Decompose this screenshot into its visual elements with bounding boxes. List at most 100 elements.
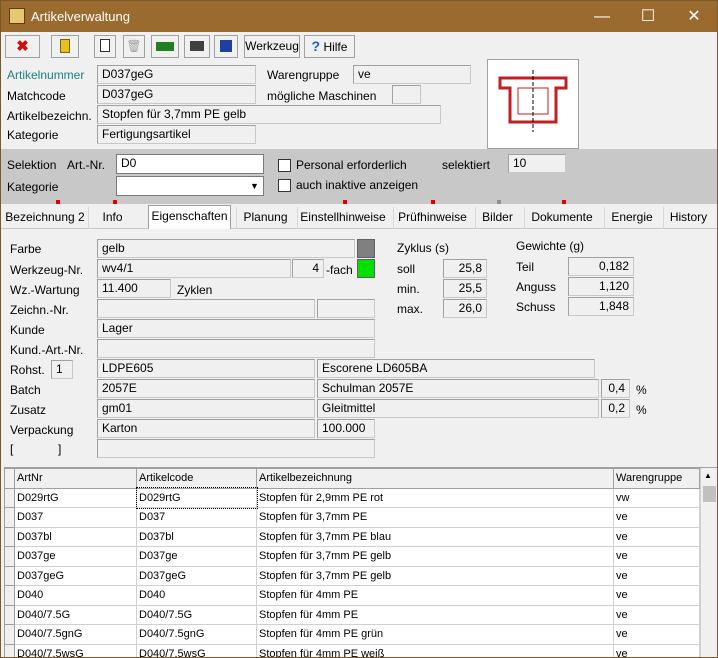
column-header-artikelbezeichnung[interactable]: Artikelbezeichnung bbox=[256, 468, 614, 489]
artikelnummer-field[interactable]: D037geG bbox=[97, 65, 256, 84]
print-icon[interactable] bbox=[184, 35, 210, 58]
row-indicator[interactable] bbox=[4, 604, 15, 625]
table-row[interactable]: D040/7.5wsG D040/7.5wsG Stopfen für 4mm PE… bbox=[4, 643, 700, 657]
batch-field[interactable]: 2057E bbox=[97, 379, 315, 398]
table-row[interactable]: D037bl D037bl Stopfen für 3,7mm PE blau ve bbox=[4, 526, 700, 547]
tab-pruefhinweise[interactable]: Prüfhinweise bbox=[393, 207, 471, 229]
cell-artikelcode[interactable]: D037bl bbox=[136, 526, 257, 547]
cell-artikelcode[interactable]: D040/7.5gnG bbox=[136, 624, 257, 645]
cell-artikelcode[interactable]: D040/7.5G bbox=[136, 604, 257, 625]
wartung-field[interactable]: 11.400 bbox=[97, 279, 171, 298]
cell-warengruppe[interactable]: ve bbox=[613, 565, 700, 586]
save-icon[interactable] bbox=[214, 35, 238, 58]
cell-artikelcode[interactable]: D029rtG bbox=[135, 487, 258, 509]
cell-artikelbezeichnung[interactable]: Stopfen für 3,7mm PE gelb bbox=[256, 565, 614, 586]
cell-warengruppe[interactable]: ve bbox=[613, 526, 700, 547]
table-row[interactable]: D040/7.5gnG D040/7.5gnG Stopfen für 4mm PE… bbox=[4, 624, 700, 645]
tab-info[interactable]: Info bbox=[88, 207, 136, 229]
fach-field[interactable]: 4 bbox=[292, 259, 324, 278]
table-row[interactable]: D040/7.5G D040/7.5G Stopfen für 4mm PE ve bbox=[4, 604, 700, 625]
zusatz-percent-field[interactable]: 0,2 bbox=[601, 399, 630, 418]
werkzeug-field[interactable]: wv4/1 bbox=[97, 259, 291, 278]
zusatz2-field[interactable]: Gleitmittel bbox=[317, 399, 599, 418]
column-header-artnr[interactable]: ArtNr bbox=[14, 468, 137, 489]
table-row[interactable]: D037geG D037geG Stopfen für 3,7mm PE gelb v… bbox=[4, 565, 700, 586]
row-indicator[interactable] bbox=[4, 487, 15, 508]
bezeichnung-field[interactable]: Stopfen für 3,7mm PE gelb bbox=[97, 105, 441, 124]
tab-einstellhinweise[interactable]: Einstellhinweise bbox=[297, 207, 388, 229]
rohst2-field[interactable]: Escorene LD605BA bbox=[317, 359, 595, 378]
cell-warengruppe[interactable]: ve bbox=[613, 624, 700, 645]
vertical-scrollbar[interactable]: ▲ bbox=[700, 468, 717, 657]
cell-artnr[interactable]: D040 bbox=[14, 585, 137, 606]
row-indicator[interactable] bbox=[4, 507, 15, 528]
scroll-up-icon[interactable]: ▲ bbox=[704, 471, 712, 480]
cell-artnr[interactable]: D029rtG bbox=[14, 487, 137, 508]
cell-artnr[interactable]: D037ge bbox=[14, 546, 137, 567]
column-header-warengruppe[interactable]: Warengruppe bbox=[613, 468, 700, 489]
cell-artnr[interactable]: D037geG bbox=[14, 565, 137, 586]
rohst-nr-field[interactable]: 1 bbox=[51, 360, 73, 379]
delete-icon[interactable]: ✖ bbox=[5, 35, 40, 58]
cell-artnr[interactable]: D037 bbox=[14, 507, 137, 528]
tab-eigenschaften[interactable]: Eigenschaften bbox=[148, 205, 231, 230]
kategorie-field[interactable]: Fertigungsartikel bbox=[97, 125, 256, 144]
zeichn-field-2[interactable] bbox=[317, 299, 375, 318]
cell-artikelbezeichnung[interactable]: Stopfen für 3,7mm PE bbox=[256, 507, 614, 528]
cell-artikelcode[interactable]: D037ge bbox=[136, 546, 257, 567]
zusatz-field[interactable]: gm01 bbox=[97, 399, 315, 418]
gewichte-anguss-field[interactable]: 1,120 bbox=[568, 277, 634, 296]
machine-icon[interactable] bbox=[151, 35, 179, 58]
tab-energie[interactable]: Energie bbox=[604, 207, 659, 229]
new-document-icon[interactable] bbox=[94, 35, 116, 58]
tab-history[interactable]: History bbox=[663, 207, 713, 229]
zyklus-min-field[interactable]: 25,5 bbox=[443, 279, 487, 298]
gewichte-schuss-field[interactable]: 1,848 bbox=[568, 297, 634, 316]
batch-percent-field[interactable]: 0,4 bbox=[601, 379, 630, 398]
key-icon[interactable] bbox=[51, 35, 79, 58]
zyklus-max-field[interactable]: 26,0 bbox=[443, 299, 487, 318]
table-row[interactable]: D040 D040 Stopfen für 4mm PE ve bbox=[4, 585, 700, 606]
rohst-field[interactable]: LDPE605 bbox=[97, 359, 315, 378]
batch2-field[interactable]: Schulman 2057E bbox=[317, 379, 599, 398]
verpackung-menge-field[interactable]: 100.000 bbox=[317, 419, 375, 438]
matchcode-field[interactable]: D037geG bbox=[97, 85, 256, 104]
trash-icon[interactable]: 🗑 bbox=[123, 35, 145, 58]
cell-artikelcode[interactable]: D037 bbox=[136, 507, 257, 528]
cell-warengruppe[interactable]: vw bbox=[613, 487, 700, 508]
row-indicator[interactable] bbox=[4, 585, 15, 606]
cell-warengruppe[interactable]: ve bbox=[613, 643, 700, 657]
zeichn-field[interactable] bbox=[97, 299, 315, 318]
cell-artikelbezeichnung[interactable]: Stopfen für 4mm PE weiß bbox=[256, 643, 614, 657]
row-indicator[interactable] bbox=[4, 526, 15, 547]
cell-warengruppe[interactable]: ve bbox=[613, 604, 700, 625]
warengruppe-field[interactable]: ve bbox=[353, 65, 471, 84]
cell-artikelbezeichnung[interactable]: Stopfen für 3,7mm PE gelb bbox=[256, 546, 614, 567]
cell-warengruppe[interactable]: ve bbox=[613, 585, 700, 606]
maximize-button[interactable]: ☐ bbox=[625, 1, 671, 32]
kundart-field[interactable] bbox=[97, 339, 375, 358]
verpackung-field[interactable]: Karton bbox=[97, 419, 315, 438]
cell-artikelcode[interactable]: D040 bbox=[136, 585, 257, 606]
article-grid[interactable]: ArtNr Artikelcode Artikelbezeichnung War… bbox=[4, 467, 717, 657]
maschinen-field[interactable] bbox=[392, 85, 421, 104]
zyklus-soll-field[interactable]: 25,8 bbox=[443, 259, 487, 278]
cell-artikelbezeichnung[interactable]: Stopfen für 4mm PE bbox=[256, 604, 614, 625]
tab-bilder[interactable]: Bilder bbox=[475, 207, 519, 229]
kunde-field[interactable]: Lager bbox=[97, 319, 375, 338]
row-indicator[interactable] bbox=[4, 624, 15, 645]
close-button[interactable]: ✕ bbox=[671, 1, 717, 32]
farbe-field[interactable]: gelb bbox=[97, 239, 355, 258]
artnr-filter-input[interactable]: D0 bbox=[116, 154, 264, 174]
tab-bezeichnung2[interactable]: Bezeichnung 2 bbox=[3, 207, 87, 229]
cell-artikelbezeichnung[interactable]: Stopfen für 4mm PE bbox=[256, 585, 614, 606]
cell-warengruppe[interactable]: ve bbox=[613, 546, 700, 567]
row-indicator[interactable] bbox=[4, 643, 15, 657]
cell-artnr[interactable]: D040/7.5gnG bbox=[14, 624, 137, 645]
inaktive-checkbox[interactable] bbox=[278, 179, 291, 192]
title-bar[interactable]: Artikelverwaltung — ☐ ✕ bbox=[1, 1, 717, 32]
kategorie-filter-select[interactable] bbox=[116, 176, 264, 196]
tab-dokumente[interactable]: Dokumente bbox=[524, 207, 599, 229]
cell-artikelbezeichnung[interactable]: Stopfen für 2,9mm PE rot bbox=[256, 487, 614, 508]
column-header-artikelcode[interactable]: Artikelcode bbox=[136, 468, 257, 489]
